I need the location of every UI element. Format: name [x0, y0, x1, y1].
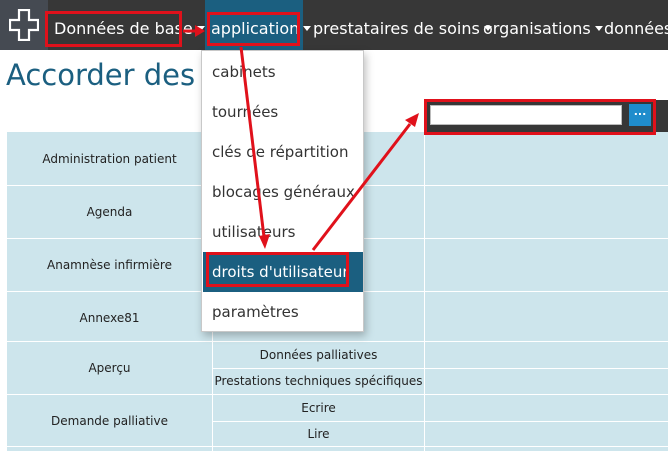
arrow-to-search-bar	[311, 123, 412, 251]
arrow-head-icon	[259, 234, 270, 249]
arrow-head-icon	[195, 25, 205, 37]
arrow-head-icon	[405, 113, 419, 127]
arrow-to-droits-utilisateur	[239, 46, 266, 238]
annotation-arrows	[183, 25, 419, 251]
